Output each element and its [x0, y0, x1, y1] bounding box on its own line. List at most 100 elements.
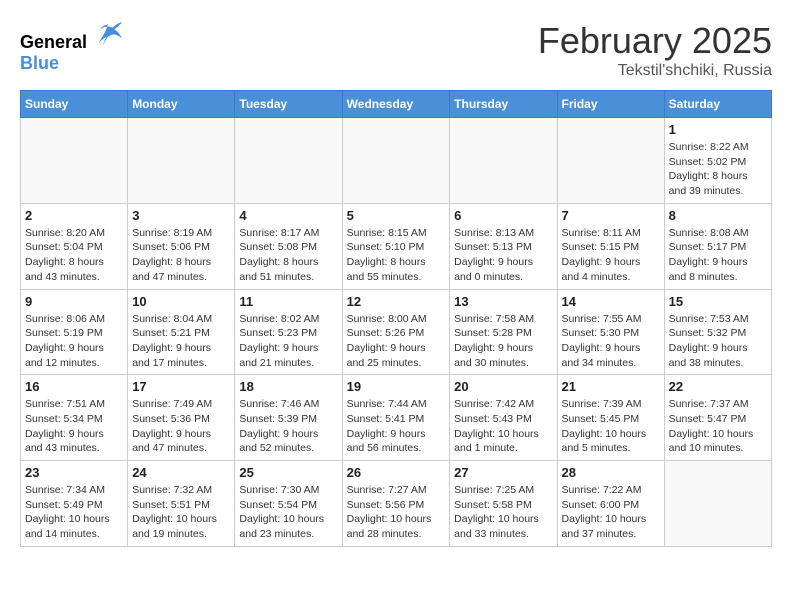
- day-info: Sunrise: 8:13 AM Sunset: 5:13 PM Dayligh…: [454, 226, 552, 285]
- day-info: Sunrise: 7:30 AM Sunset: 5:54 PM Dayligh…: [239, 483, 337, 542]
- day-number: 7: [562, 208, 660, 223]
- day-info: Sunrise: 7:53 AM Sunset: 5:32 PM Dayligh…: [669, 312, 767, 371]
- calendar-week-row: 2 Sunrise: 8:20 AM Sunset: 5:04 PM Daylig…: [21, 203, 772, 289]
- day-number: 22: [669, 379, 767, 394]
- calendar-day-cell: 27 Sunrise: 7:25 AM Sunset: 5:58 PM Dayli…: [450, 461, 557, 547]
- calendar-day-cell: 22 Sunrise: 7:37 AM Sunset: 5:47 PM Dayli…: [664, 375, 771, 461]
- calendar-day-cell: 24 Sunrise: 7:32 AM Sunset: 5:51 PM Dayli…: [128, 461, 235, 547]
- calendar-header-row: SundayMondayTuesdayWednesdayThursdayFrid…: [21, 91, 772, 118]
- day-info: Sunrise: 7:55 AM Sunset: 5:30 PM Dayligh…: [562, 312, 660, 371]
- calendar-week-row: 23Sunrise: 7:34 AM Sunset: 5:49 PM Dayli…: [21, 461, 772, 547]
- day-info: Sunrise: 7:25 AM Sunset: 5:58 PM Dayligh…: [454, 483, 552, 542]
- day-info: Sunrise: 7:37 AM Sunset: 5:47 PM Dayligh…: [669, 397, 767, 456]
- day-info: Sunrise: 8:00 AM Sunset: 5:26 PM Dayligh…: [347, 312, 446, 371]
- day-number: 9: [25, 294, 123, 309]
- day-info: Sunrise: 7:51 AM Sunset: 5:34 PM Dayligh…: [25, 397, 123, 456]
- day-info: Sunrise: 8:15 AM Sunset: 5:10 PM Dayligh…: [347, 226, 446, 285]
- day-info: Sunrise: 8:11 AM Sunset: 5:15 PM Dayligh…: [562, 226, 660, 285]
- day-number: 5: [347, 208, 446, 223]
- day-info: Sunrise: 7:39 AM Sunset: 5:45 PM Dayligh…: [562, 397, 660, 456]
- day-info: Sunrise: 7:27 AM Sunset: 5:56 PM Dayligh…: [347, 483, 446, 542]
- day-info: Sunrise: 8:08 AM Sunset: 5:17 PM Dayligh…: [669, 226, 767, 285]
- day-number: 15: [669, 294, 767, 309]
- calendar-day-cell: 21 Sunrise: 7:39 AM Sunset: 5:45 PM Dayli…: [557, 375, 664, 461]
- day-number: 16: [25, 379, 123, 394]
- day-number: 11: [239, 294, 337, 309]
- calendar-day-cell: 10 Sunrise: 8:04 AM Sunset: 5:21 PM Dayli…: [128, 289, 235, 375]
- day-number: 20: [454, 379, 552, 394]
- calendar-day-cell: [450, 118, 557, 204]
- calendar-day-cell: 2 Sunrise: 8:20 AM Sunset: 5:04 PM Daylig…: [21, 203, 128, 289]
- day-info: Sunrise: 8:06 AM Sunset: 5:19 PM Dayligh…: [25, 312, 123, 371]
- day-of-week-header: Wednesday: [342, 91, 450, 118]
- day-number: 24: [132, 465, 230, 480]
- day-number: 19: [347, 379, 446, 394]
- day-number: 13: [454, 294, 552, 309]
- day-number: 17: [132, 379, 230, 394]
- month-title: February 2025: [538, 20, 772, 62]
- calendar-day-cell: 16 Sunrise: 7:51 AM Sunset: 5:34 PM Dayli…: [21, 375, 128, 461]
- day-number: 2: [25, 208, 123, 223]
- day-of-week-header: Monday: [128, 91, 235, 118]
- day-info: Sunrise: 7:42 AM Sunset: 5:43 PM Dayligh…: [454, 397, 552, 456]
- calendar-day-cell: 13 Sunrise: 7:58 AM Sunset: 5:28 PM Dayli…: [450, 289, 557, 375]
- calendar-day-cell: 12 Sunrise: 8:00 AM Sunset: 5:26 PM Dayli…: [342, 289, 450, 375]
- day-of-week-header: Tuesday: [235, 91, 342, 118]
- calendar-day-cell: [128, 118, 235, 204]
- day-number: 10: [132, 294, 230, 309]
- calendar-day-cell: 3 Sunrise: 8:19 AM Sunset: 5:06 PM Daylig…: [128, 203, 235, 289]
- calendar-day-cell: 4 Sunrise: 8:17 AM Sunset: 5:08 PM Daylig…: [235, 203, 342, 289]
- day-number: 18: [239, 379, 337, 394]
- calendar-day-cell: 20 Sunrise: 7:42 AM Sunset: 5:43 PM Dayli…: [450, 375, 557, 461]
- day-number: 12: [347, 294, 446, 309]
- day-of-week-header: Thursday: [450, 91, 557, 118]
- day-of-week-header: Saturday: [664, 91, 771, 118]
- calendar-day-cell: [664, 461, 771, 547]
- logo-text: General Blue: [20, 20, 122, 74]
- day-number: 8: [669, 208, 767, 223]
- title-block: February 2025 Tekstil'shchiki, Russia: [538, 20, 772, 80]
- calendar-day-cell: [557, 118, 664, 204]
- day-info: Sunrise: 8:02 AM Sunset: 5:23 PM Dayligh…: [239, 312, 337, 371]
- day-info: Sunrise: 8:22 AM Sunset: 5:02 PM Dayligh…: [669, 140, 767, 199]
- day-info: Sunrise: 7:32 AM Sunset: 5:51 PM Dayligh…: [132, 483, 230, 542]
- calendar-day-cell: 15 Sunrise: 7:53 AM Sunset: 5:32 PM Dayli…: [664, 289, 771, 375]
- day-info: Sunrise: 8:17 AM Sunset: 5:08 PM Dayligh…: [239, 226, 337, 285]
- calendar-table: SundayMondayTuesdayWednesdayThursdayFrid…: [20, 90, 772, 547]
- calendar-day-cell: [235, 118, 342, 204]
- day-number: 27: [454, 465, 552, 480]
- calendar-day-cell: 28Sunrise: 7:22 AM Sunset: 6:00 PM Dayli…: [557, 461, 664, 547]
- calendar-day-cell: 25 Sunrise: 7:30 AM Sunset: 5:54 PM Dayli…: [235, 461, 342, 547]
- day-info: Sunrise: 7:46 AM Sunset: 5:39 PM Dayligh…: [239, 397, 337, 456]
- calendar-day-cell: 23Sunrise: 7:34 AM Sunset: 5:49 PM Dayli…: [21, 461, 128, 547]
- logo-general: General: [20, 20, 122, 53]
- day-info: Sunrise: 8:04 AM Sunset: 5:21 PM Dayligh…: [132, 312, 230, 371]
- day-info: Sunrise: 7:34 AM Sunset: 5:49 PM Dayligh…: [25, 483, 123, 542]
- day-number: 28: [562, 465, 660, 480]
- logo-blue-label: Blue: [20, 53, 122, 74]
- day-number: 4: [239, 208, 337, 223]
- calendar-day-cell: 26 Sunrise: 7:27 AM Sunset: 5:56 PM Dayli…: [342, 461, 450, 547]
- day-number: 1: [669, 122, 767, 137]
- day-number: 21: [562, 379, 660, 394]
- day-info: Sunrise: 8:20 AM Sunset: 5:04 PM Dayligh…: [25, 226, 123, 285]
- day-of-week-header: Friday: [557, 91, 664, 118]
- logo: General Blue: [20, 20, 122, 74]
- calendar-day-cell: 14Sunrise: 7:55 AM Sunset: 5:30 PM Dayli…: [557, 289, 664, 375]
- day-number: 3: [132, 208, 230, 223]
- day-number: 26: [347, 465, 446, 480]
- calendar-day-cell: 1 Sunrise: 8:22 AM Sunset: 5:02 PM Daylig…: [664, 118, 771, 204]
- calendar-week-row: 16 Sunrise: 7:51 AM Sunset: 5:34 PM Dayli…: [21, 375, 772, 461]
- logo-general-label: General: [20, 32, 87, 52]
- day-number: 25: [239, 465, 337, 480]
- day-info: Sunrise: 7:49 AM Sunset: 5:36 PM Dayligh…: [132, 397, 230, 456]
- day-info: Sunrise: 7:44 AM Sunset: 5:41 PM Dayligh…: [347, 397, 446, 456]
- day-info: Sunrise: 8:19 AM Sunset: 5:06 PM Dayligh…: [132, 226, 230, 285]
- day-info: Sunrise: 7:58 AM Sunset: 5:28 PM Dayligh…: [454, 312, 552, 371]
- location: Tekstil'shchiki, Russia: [538, 62, 772, 80]
- day-of-week-header: Sunday: [21, 91, 128, 118]
- calendar-day-cell: [21, 118, 128, 204]
- calendar-day-cell: 17 Sunrise: 7:49 AM Sunset: 5:36 PM Dayli…: [128, 375, 235, 461]
- calendar-day-cell: [342, 118, 450, 204]
- calendar-day-cell: 9 Sunrise: 8:06 AM Sunset: 5:19 PM Daylig…: [21, 289, 128, 375]
